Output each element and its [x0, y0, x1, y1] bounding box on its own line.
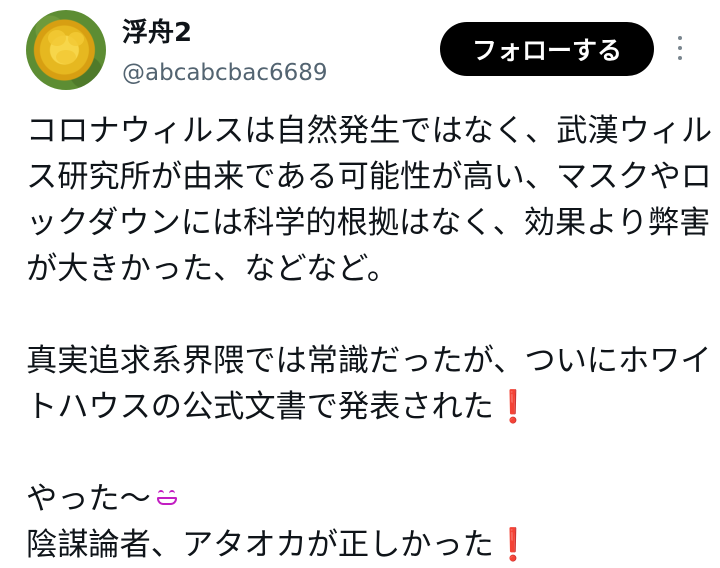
avatar[interactable]: [26, 10, 106, 90]
grinning-emoji-icon: [155, 489, 179, 507]
red-exclamation-icon: ❗: [493, 527, 533, 563]
user-handle[interactable]: @abcabcbac6689: [122, 60, 328, 86]
more-options-icon[interactable]: [675, 36, 685, 64]
tweet-paragraph-4: 陰謀論者、アタオカが正しかった: [26, 527, 494, 563]
follow-button[interactable]: フォローする: [440, 22, 654, 76]
tweet-text: コロナウィルスは自然発生ではなく、武漢ウィルス研究所が由来である可能性が高い、マ…: [26, 108, 716, 568]
tweet-paragraph-3: やった〜: [26, 481, 151, 517]
red-exclamation-icon: ❗: [493, 389, 533, 425]
tweet-paragraph-1: コロナウィルスは自然発生ではなく、武漢ウィルス研究所が由来である可能性が高い、マ…: [26, 113, 713, 287]
display-name[interactable]: 浮舟2: [122, 12, 192, 49]
tweet-paragraph-2: 真実追求系界隈では常識だったが、ついにホワイトハウスの公式文書で発表された: [26, 343, 712, 425]
